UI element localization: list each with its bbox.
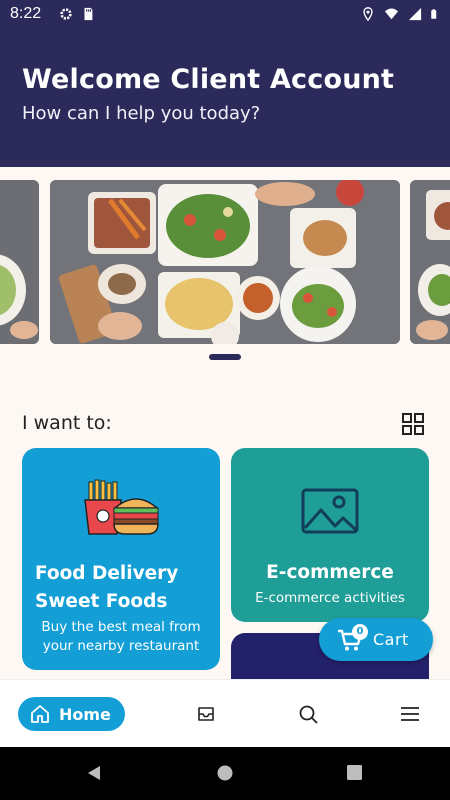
carousel-slide-previous[interactable]: [0, 180, 39, 344]
system-navigation-bar: [0, 747, 450, 800]
back-icon[interactable]: [86, 765, 102, 781]
search-icon[interactable]: [298, 704, 318, 724]
signal-icon: [408, 7, 422, 21]
carousel-slide-next[interactable]: [410, 180, 450, 344]
ecommerce-card-title: E-commerce: [266, 562, 394, 583]
food-card-desc-line2: your nearby restaurant: [42, 638, 200, 654]
gear-icon: [60, 8, 72, 20]
cart-count-badge: 0: [352, 623, 368, 640]
food-delivery-card[interactable]: Food Delivery Sweet Foods Buy the best m…: [22, 448, 220, 670]
location-icon: [363, 7, 373, 21]
carousel-slide-active[interactable]: [50, 180, 400, 344]
recents-icon[interactable]: [347, 765, 362, 780]
inbox-icon[interactable]: [196, 704, 216, 724]
image-icon: [301, 488, 359, 534]
fries-burger-icon: [84, 479, 159, 535]
cart-icon: 0: [337, 623, 368, 652]
cart-label: Cart: [373, 630, 409, 649]
nav-home-label: Home: [59, 704, 111, 724]
bottom-navigation: Home: [0, 679, 450, 747]
food-card-title-line1: Food Delivery: [35, 563, 179, 584]
menu-icon[interactable]: [400, 704, 420, 724]
cart-button[interactable]: 0 Cart: [319, 618, 433, 661]
page-subtitle: How can I help you today?: [22, 103, 261, 124]
home-icon: [31, 705, 49, 723]
status-bar: 8:22: [0, 0, 450, 28]
carousel-page-indicator: [209, 354, 241, 360]
section-title: I want to:: [22, 412, 112, 434]
food-card-desc-line1: Buy the best meal from: [41, 619, 201, 635]
sd-card-icon: [84, 7, 93, 21]
welcome-header: Welcome Client Account How can I help yo…: [0, 28, 450, 167]
food-card-title: Food Delivery Sweet Foods: [35, 560, 178, 616]
battery-icon: [431, 9, 437, 19]
food-photo-image: [50, 180, 400, 344]
ecommerce-card-description: E-commerce activities: [255, 590, 405, 606]
status-time: 8:22: [10, 5, 42, 22]
image-carousel[interactable]: [0, 180, 450, 346]
food-card-title-line2: Sweet Foods: [35, 591, 168, 612]
wifi-icon: [384, 8, 399, 20]
page-title: Welcome Client Account: [22, 64, 395, 95]
grid-icon[interactable]: [402, 413, 424, 435]
food-photo-image: [410, 180, 450, 344]
nav-home-button[interactable]: Home: [18, 697, 125, 731]
food-photo-image: [0, 180, 39, 344]
food-card-description: Buy the best meal from your nearby resta…: [22, 618, 220, 656]
home-circle-icon[interactable]: [217, 765, 233, 781]
ecommerce-card[interactable]: E-commerce E-commerce activities: [231, 448, 429, 622]
